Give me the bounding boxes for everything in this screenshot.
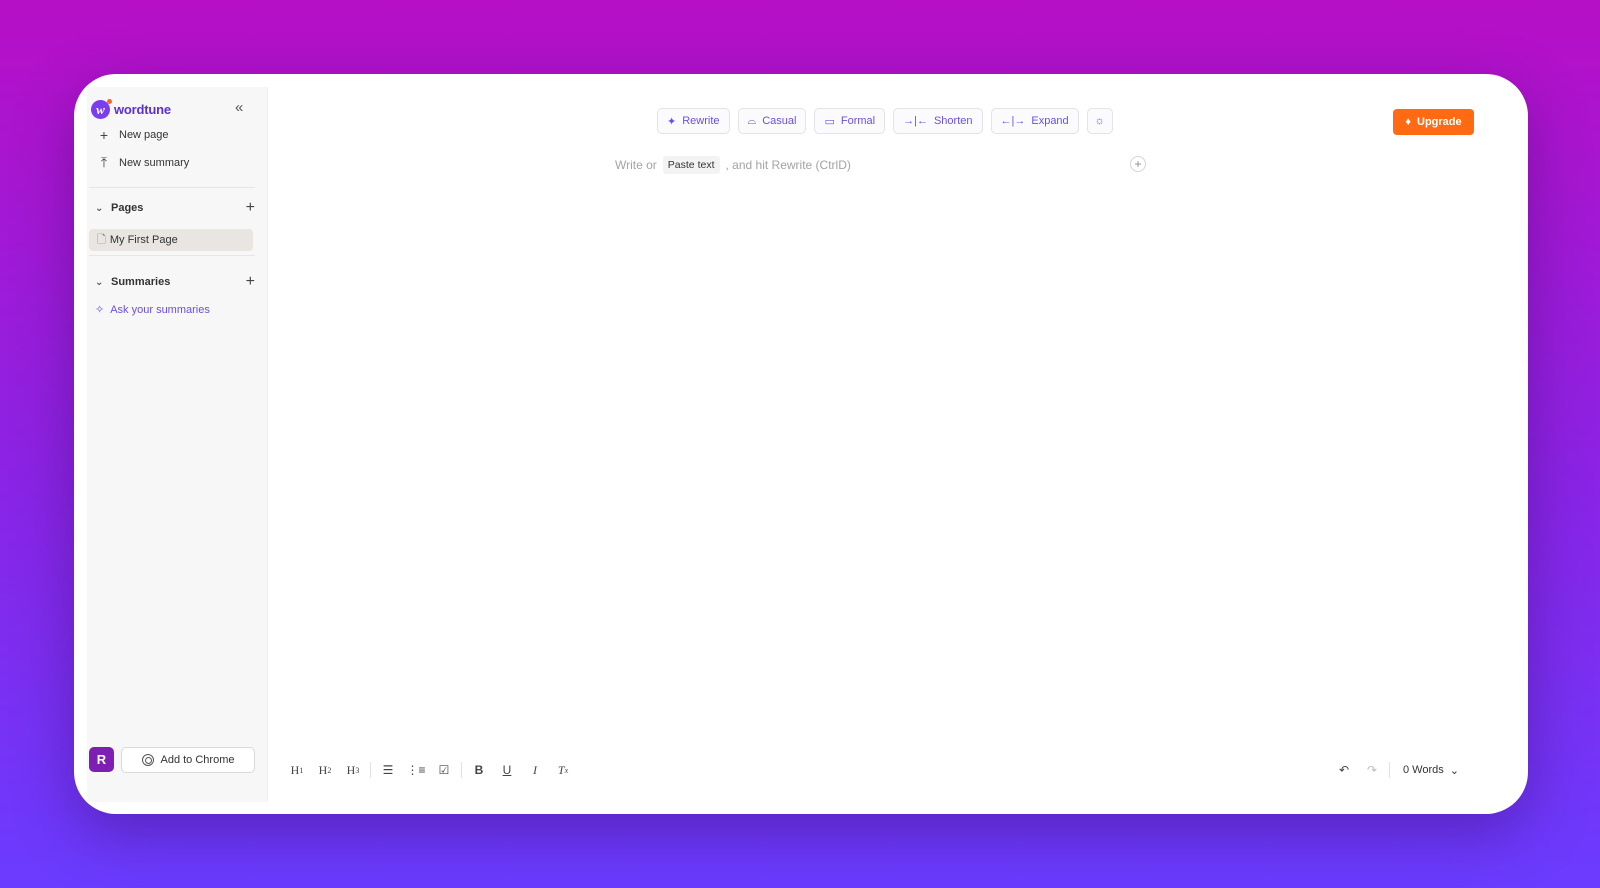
- chevron-down-icon: ⌄: [1449, 764, 1459, 777]
- checklist-icon[interactable]: ☑: [430, 759, 458, 781]
- upgrade-label: Upgrade: [1417, 116, 1462, 128]
- rewrite-toolbar: ✦ Rewrite ⌓ Casual ▭ Formal →|← Shorten …: [657, 108, 1113, 134]
- expand-label: Expand: [1031, 115, 1069, 127]
- sidebar: w wordtune « + New page ⤒ New summary ⌄ …: [87, 87, 268, 802]
- summaries-section-title: Summaries: [111, 276, 171, 288]
- sidebar-divider: [89, 187, 255, 188]
- undo-icon[interactable]: ↶: [1330, 759, 1358, 781]
- new-page-button[interactable]: + New page: [97, 127, 169, 143]
- status-bar: ↶ ↷ 0 Words ⌄: [1330, 759, 1459, 781]
- formal-button[interactable]: ▭ Formal: [814, 108, 886, 134]
- toolbar-separator: [461, 762, 462, 778]
- lightbulb-icon: ☼: [1094, 115, 1105, 127]
- casual-icon: ⌓: [747, 114, 757, 127]
- word-count-label: 0 Words: [1403, 764, 1444, 776]
- add-summary-icon[interactable]: +: [246, 273, 255, 291]
- underline-icon[interactable]: U: [493, 759, 521, 781]
- brand-name: wordtune: [114, 102, 171, 117]
- ask-summaries-label: Ask your summaries: [110, 303, 210, 316]
- expand-button[interactable]: ←|→ Expand: [990, 108, 1079, 134]
- formal-label: Formal: [840, 115, 876, 127]
- placeholder-suffix: , and hit Rewrite (CtrlD): [725, 158, 851, 172]
- bullet-list-icon[interactable]: ☰: [374, 759, 402, 781]
- add-to-chrome-button[interactable]: Add to Chrome: [121, 747, 255, 773]
- ask-summaries-link[interactable]: ✧ Ask your summaries: [95, 303, 210, 317]
- collapse-sidebar-icon[interactable]: «: [235, 99, 243, 116]
- word-count-dropdown[interactable]: 0 Words ⌄: [1393, 764, 1459, 777]
- avatar[interactable]: R: [89, 747, 114, 772]
- paste-text-button[interactable]: Paste text: [662, 156, 720, 174]
- shorten-label: Shorten: [933, 115, 973, 127]
- italic-icon[interactable]: I: [521, 759, 549, 781]
- chrome-icon: [141, 754, 154, 766]
- redo-icon[interactable]: ↷: [1358, 759, 1386, 781]
- format-toolbar: H1 H2 H3 ☰ ⋮≡ ☑ B U I Tx: [283, 759, 577, 781]
- rewrite-button[interactable]: ✦ Rewrite: [657, 108, 730, 134]
- pages-section-header: ⌄ Pages +: [95, 199, 255, 217]
- app-window: w wordtune « + New page ⤒ New summary ⌄ …: [87, 87, 1511, 802]
- shorten-button[interactable]: →|← Shorten: [893, 108, 983, 134]
- toolbar-separator: [1389, 762, 1390, 778]
- chevron-down-icon[interactable]: ⌄: [95, 203, 111, 214]
- upload-icon: ⤒: [100, 154, 108, 170]
- ideas-button[interactable]: ☼: [1086, 108, 1113, 134]
- heading-3-level: 3: [355, 765, 360, 775]
- sidebar-divider: [89, 255, 255, 256]
- toolbar-separator: [370, 762, 371, 778]
- heading-1-button[interactable]: H1: [283, 759, 311, 781]
- expand-icon: ←|→: [1000, 115, 1026, 127]
- casual-button[interactable]: ⌓ Casual: [737, 108, 807, 134]
- wordtune-logo-icon: w: [91, 99, 112, 119]
- numbered-list-icon[interactable]: ⋮≡: [402, 759, 430, 781]
- summaries-section-header: ⌄ Summaries +: [95, 273, 255, 291]
- add-to-chrome-label: Add to Chrome: [160, 754, 235, 766]
- brand-logo[interactable]: w wordtune: [91, 99, 171, 119]
- shorten-icon: →|←: [903, 115, 928, 127]
- placeholder-prefix: Write or: [615, 158, 657, 172]
- casual-label: Casual: [762, 115, 797, 127]
- bold-icon[interactable]: B: [465, 759, 493, 781]
- document-icon: 🗋: [97, 233, 106, 246]
- heading-2-letter: H: [318, 762, 328, 777]
- page-item-label: My First Page: [109, 234, 178, 246]
- heading-3-letter: H: [346, 762, 356, 777]
- editor-area: ✦ Rewrite ⌓ Casual ▭ Formal →|← Shorten …: [268, 87, 1511, 802]
- heading-2-button[interactable]: H2: [311, 759, 339, 781]
- add-page-icon[interactable]: +: [246, 199, 255, 217]
- diamond-icon: ♦: [1405, 116, 1411, 128]
- clear-format-icon[interactable]: Tx: [549, 759, 577, 781]
- chevron-down-icon[interactable]: ⌄: [95, 277, 111, 288]
- briefcase-icon: ▭: [824, 115, 835, 128]
- editor-placeholder[interactable]: Write or Paste text , and hit Rewrite (C…: [615, 156, 851, 174]
- new-summary-button[interactable]: ⤒ New summary: [97, 154, 189, 171]
- rewrite-label: Rewrite: [682, 115, 720, 127]
- upgrade-button[interactable]: ♦ Upgrade: [1393, 109, 1474, 135]
- sparkle-icon: ✦: [667, 115, 677, 128]
- sparkle-icon: ✧: [95, 304, 105, 316]
- new-page-label: New page: [119, 129, 169, 141]
- pages-section-title: Pages: [111, 202, 144, 214]
- add-block-icon[interactable]: +: [1130, 156, 1146, 172]
- heading-2-level: 2: [327, 765, 332, 775]
- sidebar-item-my-first-page[interactable]: 🗋 My First Page: [89, 229, 253, 251]
- heading-3-button[interactable]: H3: [339, 759, 367, 781]
- heading-1-level: 1: [299, 765, 304, 775]
- plus-icon: +: [99, 127, 109, 143]
- heading-1-letter: H: [290, 762, 300, 777]
- new-summary-label: New summary: [119, 156, 190, 169]
